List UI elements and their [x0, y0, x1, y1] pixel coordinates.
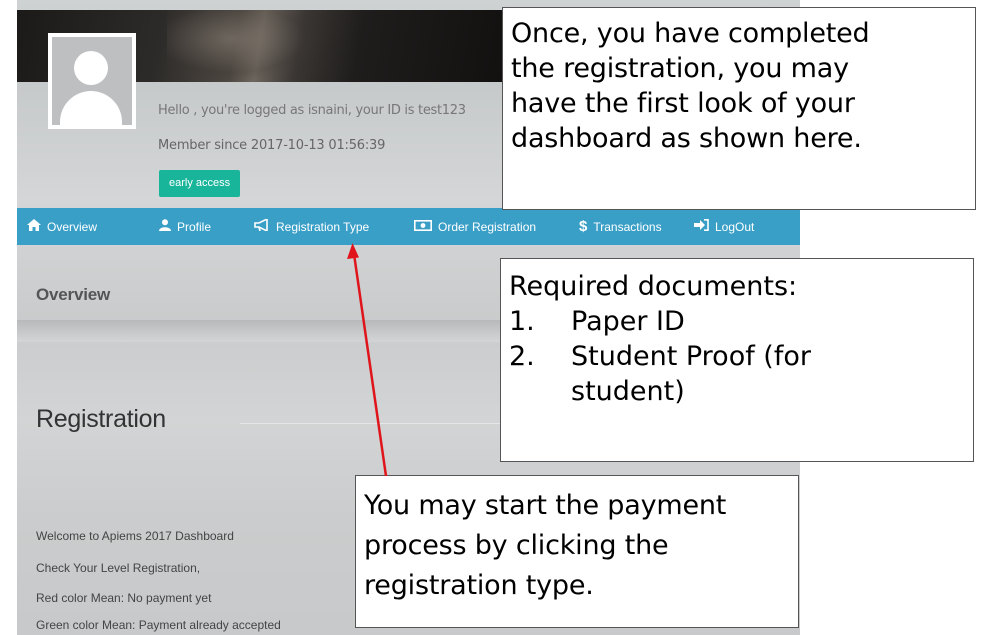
annotation-arrow	[347, 243, 388, 477]
